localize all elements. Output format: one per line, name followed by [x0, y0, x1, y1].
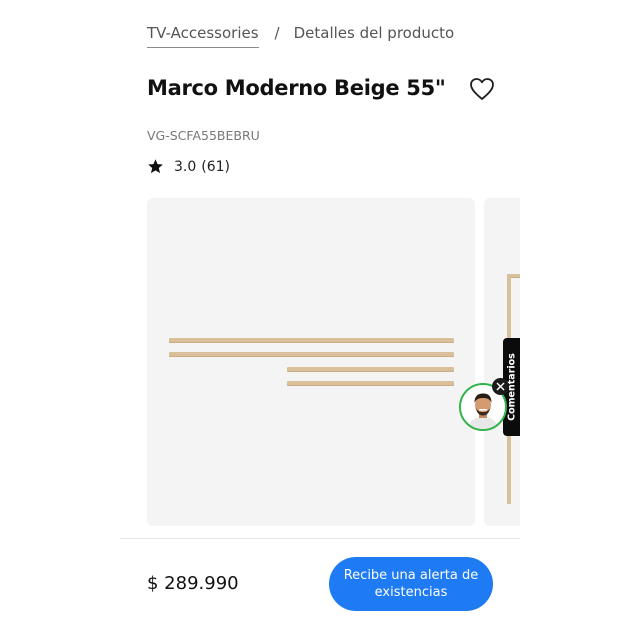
product-title: Marco Moderno Beige 55": [147, 76, 446, 100]
rating-score: 3.0: [174, 158, 197, 175]
gallery-slide-main[interactable]: [147, 198, 475, 526]
product-sku: VG-SCFA55BEBRU: [147, 128, 260, 143]
title-row: Marco Moderno Beige 55": [147, 76, 497, 110]
breadcrumb-current: Detalles del producto: [293, 24, 455, 42]
breadcrumb: TV-Accessories / Detalles del producto: [147, 24, 454, 50]
frame-bar-short-bottom: [287, 381, 454, 386]
product-rating[interactable]: 3.0 (61): [147, 158, 230, 175]
stock-alert-button-label: Recibe una alerta de existencias: [343, 568, 479, 600]
breadcrumb-link-tv-accessories[interactable]: TV-Accessories: [147, 24, 259, 48]
breadcrumb-separator: /: [274, 24, 280, 42]
purchase-bar: $ 289.990 Recibe una alerta de existenci…: [120, 538, 520, 640]
frame-bar-short-top: [287, 367, 454, 372]
frame-bar-long-bottom: [169, 352, 454, 357]
product-price: $ 289.990: [147, 573, 239, 594]
product-image-gallery[interactable]: [147, 198, 520, 528]
heart-outline-icon: [470, 78, 494, 100]
stock-alert-button[interactable]: Recibe una alerta de existencias: [329, 557, 493, 611]
close-icon[interactable]: [492, 378, 509, 395]
rating-count: (61): [201, 158, 231, 175]
product-detail-screen: TV-Accessories / Detalles del producto M…: [120, 0, 520, 640]
star-icon: [147, 158, 164, 175]
wishlist-button[interactable]: [467, 74, 497, 104]
frame-bar-long-top: [169, 338, 454, 343]
